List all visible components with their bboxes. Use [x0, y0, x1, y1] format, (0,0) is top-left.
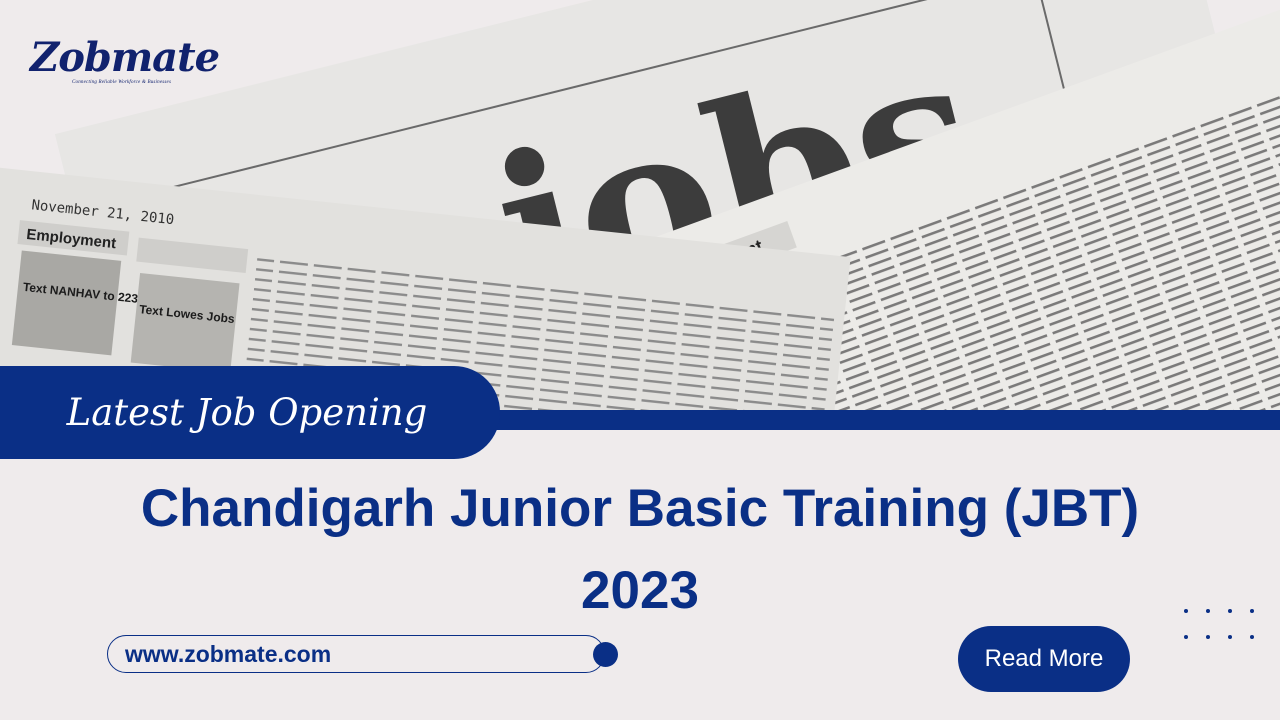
job-headline: Chandigarh Junior Basic Training (JBT) 2… [0, 468, 1280, 632]
headline-line-2: 2023 [581, 561, 699, 620]
zobmate-logo: Zobmate Connecting Reliable Workforce & … [30, 34, 220, 86]
headline-line-1: Chandigarh Junior Basic Training (JBT) [140, 479, 1140, 538]
website-url: www.zobmate.com [125, 641, 332, 667]
decorative-dots-icon [1184, 609, 1254, 639]
website-link[interactable]: www.zobmate.com [107, 635, 605, 673]
latest-job-ribbon: Latest Job Opening [0, 366, 500, 459]
ribbon-label: Latest Job Opening [66, 391, 428, 434]
logo-wordmark: Zobmate [30, 34, 220, 81]
read-more-button[interactable]: Read More [958, 626, 1130, 692]
url-dot-icon [593, 642, 618, 667]
